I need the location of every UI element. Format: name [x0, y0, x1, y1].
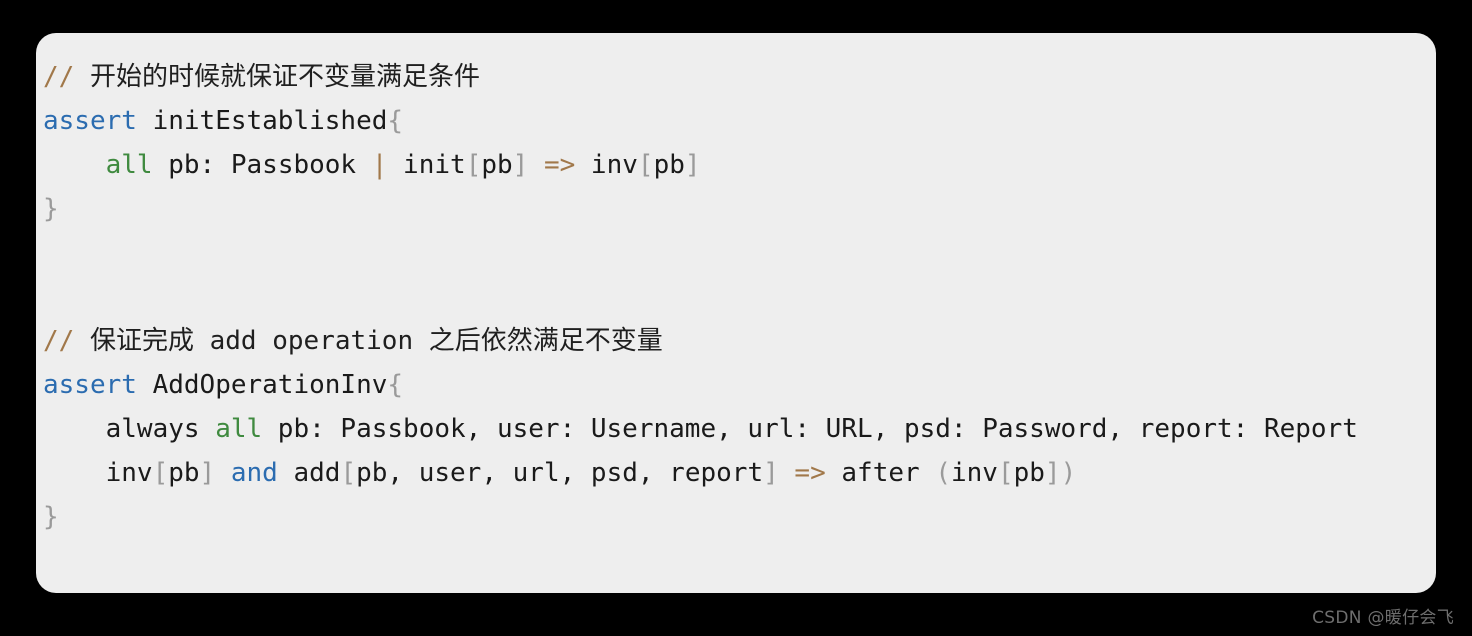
code-token: add [277, 458, 341, 488]
code-token: inv [950, 458, 998, 488]
code-line: inv[pb] and add[pb, user, url, psd, repo… [43, 451, 1436, 495]
code-token: all [105, 150, 153, 180]
code-token: assert [43, 106, 137, 136]
code-token: inv [43, 458, 153, 488]
code-token: initEstablished [136, 106, 388, 136]
code-token: => [794, 458, 826, 488]
code-token: pb: Passbook, user: Username, url: URL, … [262, 414, 1358, 444]
code-card: // 开始的时候就保证不变量满足条件 assert initEstablished… [36, 33, 1436, 593]
code-line: all pb: Passbook | init[pb] => inv[pb] [43, 143, 1436, 187]
code-token: { [387, 370, 404, 400]
code-token: pb [653, 150, 685, 180]
code-token: ] [763, 458, 779, 488]
code-token: ( [935, 458, 951, 488]
code-token: ) [1060, 458, 1077, 488]
code-token: and [230, 458, 278, 488]
code-token: } [43, 194, 59, 224]
code-token: 开始的时候就保证不变量满足条件 [89, 62, 480, 92]
code-line: // 开始的时候就保证不变量满足条件 [43, 55, 1436, 99]
code-token: => [543, 150, 576, 180]
code-token: ] [684, 150, 701, 180]
code-token: // [43, 62, 90, 92]
code-token: init [387, 150, 466, 180]
code-token: assert [43, 370, 137, 400]
code-line: } [43, 495, 1436, 539]
code-token: pb [481, 150, 513, 180]
code-token: pb: Passbook [152, 150, 372, 180]
code-token: [ [637, 150, 654, 180]
code-token: // [43, 326, 90, 356]
code-token: [ [997, 458, 1014, 488]
code-token: [ [465, 150, 482, 180]
code-line: } [43, 187, 1436, 231]
code-token: ] [1044, 458, 1061, 488]
code-token: ] [199, 458, 216, 488]
code-token: 保证完成 add operation 之后依然满足不变量 [89, 326, 663, 356]
code-line: assert AddOperationInv{ [43, 363, 1436, 407]
code-token: [ [340, 458, 357, 488]
code-token: AddOperationInv [136, 370, 388, 400]
code-token: pb [1013, 458, 1045, 488]
code-token: { [387, 106, 404, 136]
code-token: | [371, 150, 388, 180]
watermark: CSDN @暖仔会飞 [1312, 608, 1454, 628]
code-token: ] [512, 150, 529, 180]
code-block[interactable]: // 开始的时候就保证不变量满足条件 assert initEstablished… [43, 55, 1436, 539]
code-token: pb, user, url, psd, report [356, 458, 764, 488]
code-line: // 保证完成 add operation 之后依然满足不变量 [43, 319, 1436, 363]
code-token: pb [168, 458, 200, 488]
code-token: [ [152, 458, 169, 488]
code-token: after [825, 458, 936, 488]
code-token: always [43, 414, 216, 444]
code-token: all [215, 414, 263, 444]
code-line: assert initEstablished{ [43, 99, 1436, 143]
code-token: inv [575, 150, 638, 180]
code-token: } [43, 502, 59, 532]
code-line: always all pb: Passbook, user: Username,… [43, 407, 1436, 451]
